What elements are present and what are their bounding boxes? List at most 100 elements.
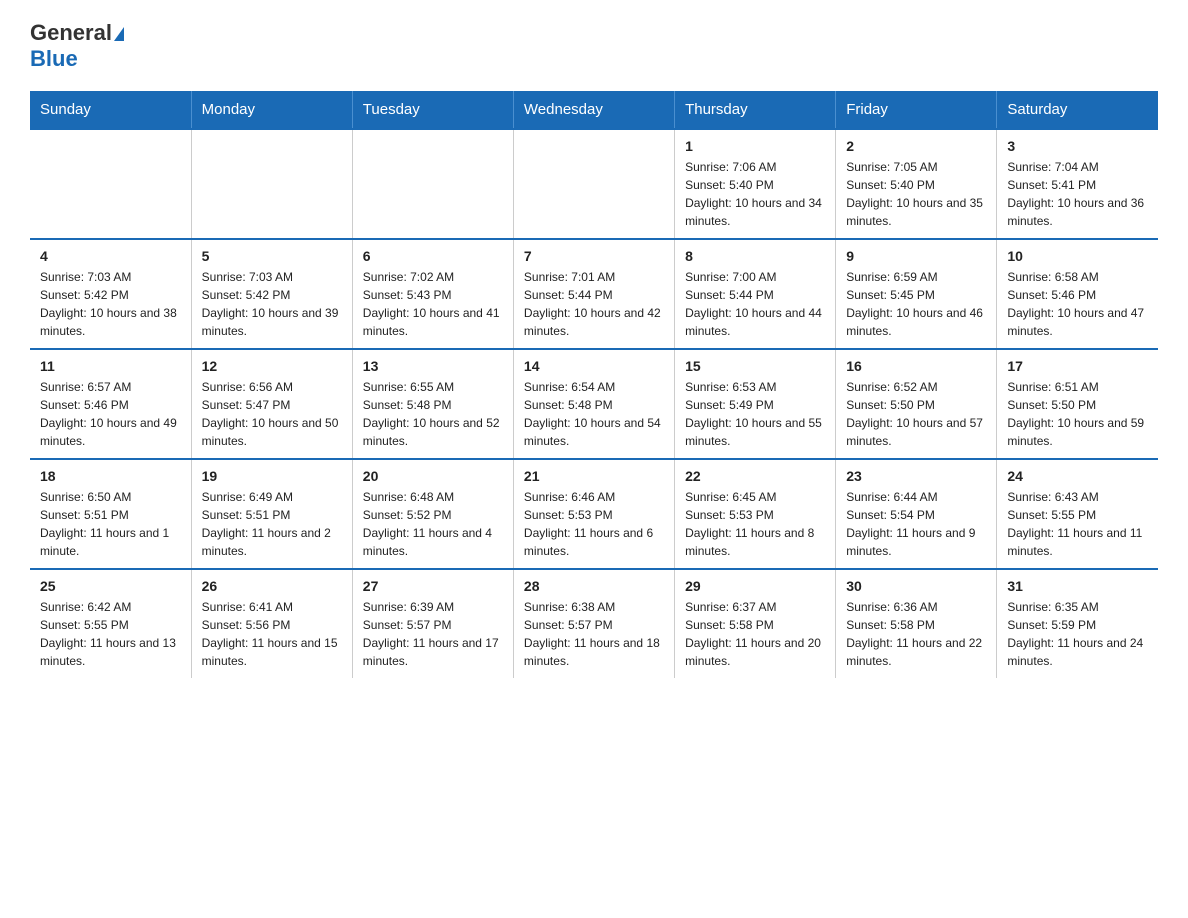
day-number: 22: [685, 468, 825, 484]
day-header-tuesday: Tuesday: [352, 91, 513, 129]
calendar-cell: 26 Sunrise: 6:41 AM Sunset: 5:56 PM Dayli…: [191, 569, 352, 678]
calendar-cell: 5 Sunrise: 7:03 AM Sunset: 5:42 PM Daylig…: [191, 239, 352, 349]
day-info: Sunrise: 7:00 AM Sunset: 5:44 PM Dayligh…: [685, 268, 825, 340]
day-number: 5: [202, 248, 342, 264]
calendar-week-4: 18 Sunrise: 6:50 AM Sunset: 5:51 PM Dayli…: [30, 459, 1158, 569]
day-number: 21: [524, 468, 664, 484]
day-number: 10: [1007, 248, 1148, 264]
day-info: Sunrise: 6:38 AM Sunset: 5:57 PM Dayligh…: [524, 598, 664, 670]
day-info: Sunrise: 6:45 AM Sunset: 5:53 PM Dayligh…: [685, 488, 825, 560]
day-header-sunday: Sunday: [30, 91, 191, 129]
calendar-header-row: SundayMondayTuesdayWednesdayThursdayFrid…: [30, 91, 1158, 129]
logo-general: General: [30, 20, 124, 46]
calendar-cell: 14 Sunrise: 6:54 AM Sunset: 5:48 PM Dayli…: [513, 349, 674, 459]
day-info: Sunrise: 6:53 AM Sunset: 5:49 PM Dayligh…: [685, 378, 825, 450]
calendar-cell: 19 Sunrise: 6:49 AM Sunset: 5:51 PM Dayli…: [191, 459, 352, 569]
day-info: Sunrise: 6:48 AM Sunset: 5:52 PM Dayligh…: [363, 488, 503, 560]
day-info: Sunrise: 7:02 AM Sunset: 5:43 PM Dayligh…: [363, 268, 503, 340]
page-header: General Blue: [30, 20, 1158, 73]
calendar-cell: 30Sunrise: 6:36 AM Sunset: 5:58 PM Dayli…: [836, 569, 997, 678]
day-info: Sunrise: 6:58 AM Sunset: 5:46 PM Dayligh…: [1007, 268, 1148, 340]
calendar-cell: 2 Sunrise: 7:05 AM Sunset: 5:40 PM Daylig…: [836, 129, 997, 239]
day-number: 29: [685, 578, 825, 594]
day-info: Sunrise: 6:52 AM Sunset: 5:50 PM Dayligh…: [846, 378, 986, 450]
calendar-cell: 12 Sunrise: 6:56 AM Sunset: 5:47 PM Dayli…: [191, 349, 352, 459]
day-number: 23: [846, 468, 986, 484]
day-number: 4: [40, 248, 181, 264]
calendar-cell: 16Sunrise: 6:52 AM Sunset: 5:50 PM Dayli…: [836, 349, 997, 459]
calendar-cell: 10 Sunrise: 6:58 AM Sunset: 5:46 PM Dayli…: [997, 239, 1158, 349]
logo: General Blue: [30, 20, 124, 73]
calendar-cell: 6 Sunrise: 7:02 AM Sunset: 5:43 PM Daylig…: [352, 239, 513, 349]
day-info: Sunrise: 6:56 AM Sunset: 5:47 PM Dayligh…: [202, 378, 342, 450]
day-number: 6: [363, 248, 503, 264]
day-number: 26: [202, 578, 342, 594]
day-number: 14: [524, 358, 664, 374]
calendar-cell: 31 Sunrise: 6:35 AM Sunset: 5:59 PM Dayli…: [997, 569, 1158, 678]
day-number: 13: [363, 358, 503, 374]
calendar-cell: 25 Sunrise: 6:42 AM Sunset: 5:55 PM Dayli…: [30, 569, 191, 678]
calendar-cell: 18 Sunrise: 6:50 AM Sunset: 5:51 PM Dayli…: [30, 459, 191, 569]
day-info: Sunrise: 6:41 AM Sunset: 5:56 PM Dayligh…: [202, 598, 342, 670]
day-header-friday: Friday: [836, 91, 997, 129]
day-header-wednesday: Wednesday: [513, 91, 674, 129]
day-info: Sunrise: 6:57 AM Sunset: 5:46 PM Dayligh…: [40, 378, 181, 450]
day-number: 9: [846, 248, 986, 264]
day-header-monday: Monday: [191, 91, 352, 129]
logo-blue: Blue: [30, 46, 124, 72]
day-number: 11: [40, 358, 181, 374]
day-number: 24: [1007, 468, 1148, 484]
day-number: 2: [846, 138, 986, 154]
day-info: Sunrise: 6:50 AM Sunset: 5:51 PM Dayligh…: [40, 488, 181, 560]
day-number: 1: [685, 138, 825, 154]
day-info: Sunrise: 6:37 AM Sunset: 5:58 PM Dayligh…: [685, 598, 825, 670]
day-number: 8: [685, 248, 825, 264]
calendar-cell: 1Sunrise: 7:06 AM Sunset: 5:40 PM Daylig…: [675, 129, 836, 239]
calendar-week-2: 4 Sunrise: 7:03 AM Sunset: 5:42 PM Daylig…: [30, 239, 1158, 349]
day-info: Sunrise: 6:39 AM Sunset: 5:57 PM Dayligh…: [363, 598, 503, 670]
day-info: Sunrise: 6:59 AM Sunset: 5:45 PM Dayligh…: [846, 268, 986, 340]
day-number: 27: [363, 578, 503, 594]
day-info: Sunrise: 6:36 AM Sunset: 5:58 PM Dayligh…: [846, 598, 986, 670]
day-info: Sunrise: 6:54 AM Sunset: 5:48 PM Dayligh…: [524, 378, 664, 450]
day-number: 18: [40, 468, 181, 484]
day-info: Sunrise: 7:05 AM Sunset: 5:40 PM Dayligh…: [846, 158, 986, 230]
calendar-cell: [30, 129, 191, 239]
day-info: Sunrise: 6:35 AM Sunset: 5:59 PM Dayligh…: [1007, 598, 1148, 670]
calendar-cell: 17 Sunrise: 6:51 AM Sunset: 5:50 PM Dayli…: [997, 349, 1158, 459]
day-number: 17: [1007, 358, 1148, 374]
calendar-cell: 11 Sunrise: 6:57 AM Sunset: 5:46 PM Dayli…: [30, 349, 191, 459]
calendar-week-5: 25 Sunrise: 6:42 AM Sunset: 5:55 PM Dayli…: [30, 569, 1158, 678]
calendar-cell: [352, 129, 513, 239]
day-number: 19: [202, 468, 342, 484]
calendar-cell: 3Sunrise: 7:04 AM Sunset: 5:41 PM Daylig…: [997, 129, 1158, 239]
logo-triangle-icon: [114, 27, 124, 41]
calendar-week-3: 11 Sunrise: 6:57 AM Sunset: 5:46 PM Dayli…: [30, 349, 1158, 459]
day-info: Sunrise: 6:42 AM Sunset: 5:55 PM Dayligh…: [40, 598, 181, 670]
calendar-cell: 9 Sunrise: 6:59 AM Sunset: 5:45 PM Daylig…: [836, 239, 997, 349]
day-info: Sunrise: 6:49 AM Sunset: 5:51 PM Dayligh…: [202, 488, 342, 560]
calendar-table: SundayMondayTuesdayWednesdayThursdayFrid…: [30, 91, 1158, 678]
day-number: 20: [363, 468, 503, 484]
day-info: Sunrise: 7:01 AM Sunset: 5:44 PM Dayligh…: [524, 268, 664, 340]
calendar-cell: 4 Sunrise: 7:03 AM Sunset: 5:42 PM Daylig…: [30, 239, 191, 349]
day-info: Sunrise: 6:44 AM Sunset: 5:54 PM Dayligh…: [846, 488, 986, 560]
calendar-cell: 7 Sunrise: 7:01 AM Sunset: 5:44 PM Daylig…: [513, 239, 674, 349]
calendar-cell: [191, 129, 352, 239]
day-info: Sunrise: 6:51 AM Sunset: 5:50 PM Dayligh…: [1007, 378, 1148, 450]
day-number: 31: [1007, 578, 1148, 594]
day-info: Sunrise: 6:46 AM Sunset: 5:53 PM Dayligh…: [524, 488, 664, 560]
calendar-week-1: 1Sunrise: 7:06 AM Sunset: 5:40 PM Daylig…: [30, 129, 1158, 239]
day-number: 12: [202, 358, 342, 374]
day-number: 3: [1007, 138, 1148, 154]
day-number: 7: [524, 248, 664, 264]
day-number: 25: [40, 578, 181, 594]
day-header-saturday: Saturday: [997, 91, 1158, 129]
day-info: Sunrise: 6:55 AM Sunset: 5:48 PM Dayligh…: [363, 378, 503, 450]
day-number: 28: [524, 578, 664, 594]
calendar-cell: 24Sunrise: 6:43 AM Sunset: 5:55 PM Dayli…: [997, 459, 1158, 569]
day-info: Sunrise: 7:03 AM Sunset: 5:42 PM Dayligh…: [202, 268, 342, 340]
day-info: Sunrise: 7:03 AM Sunset: 5:42 PM Dayligh…: [40, 268, 181, 340]
calendar-cell: 22 Sunrise: 6:45 AM Sunset: 5:53 PM Dayli…: [675, 459, 836, 569]
calendar-cell: 23 Sunrise: 6:44 AM Sunset: 5:54 PM Dayli…: [836, 459, 997, 569]
